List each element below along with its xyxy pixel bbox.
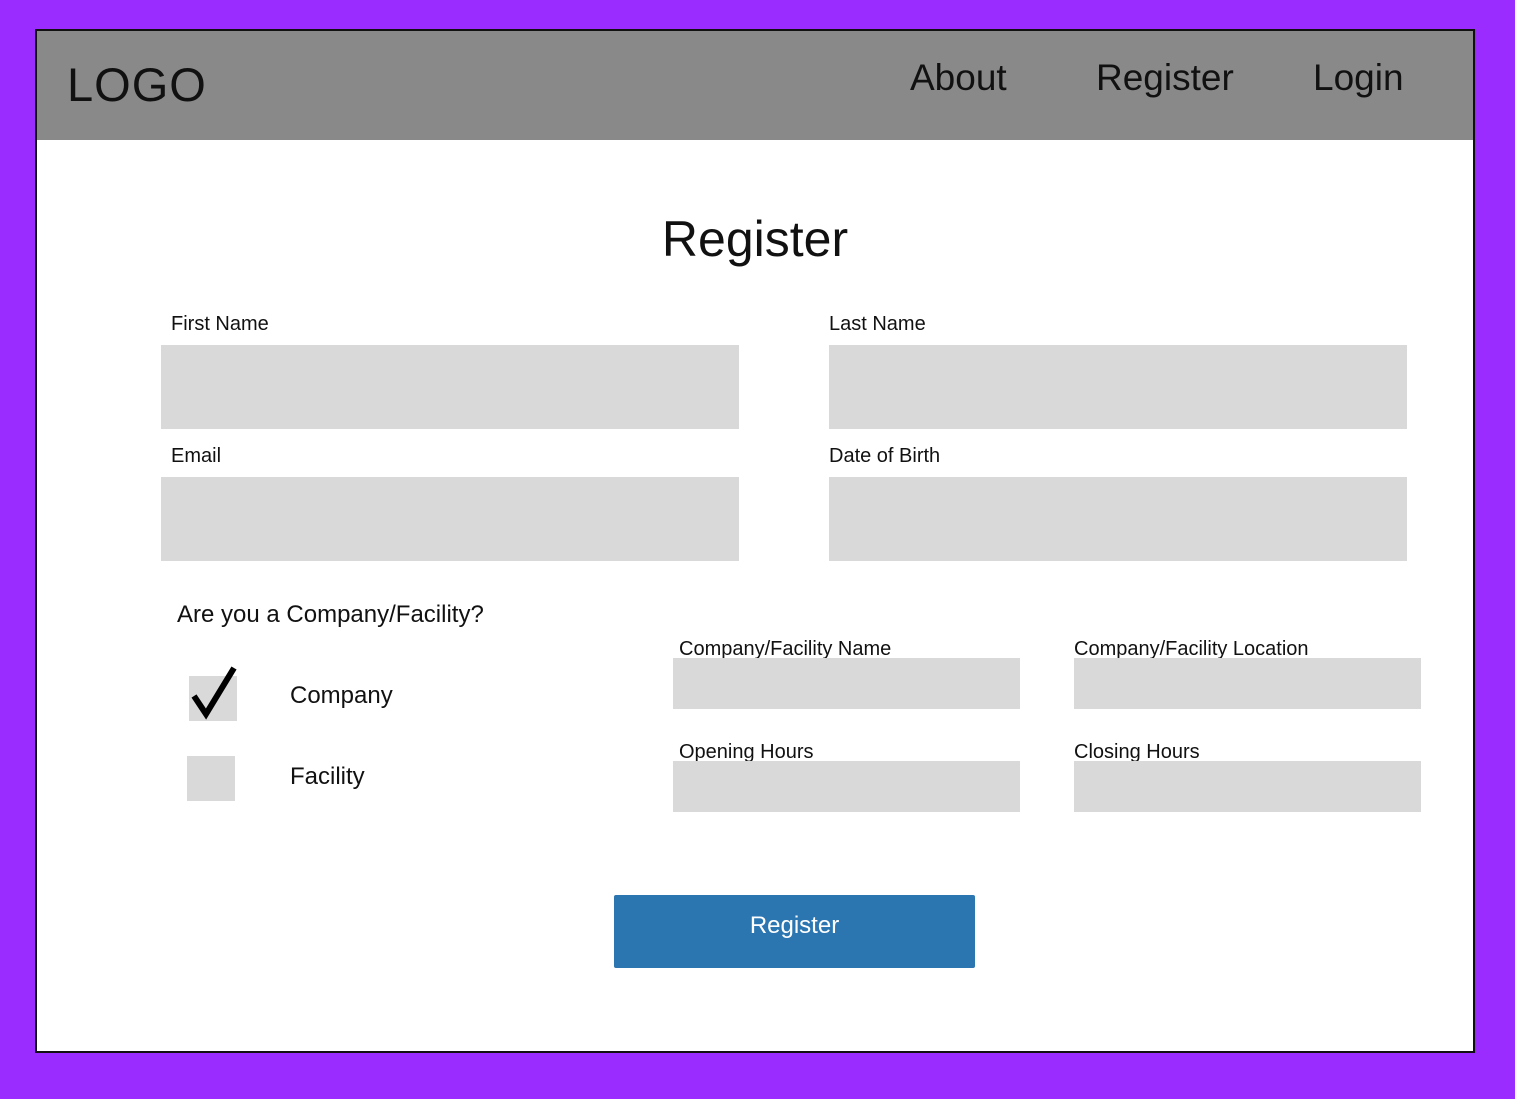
facility-checkbox[interactable]	[187, 756, 235, 801]
nav-link-about[interactable]: About	[910, 57, 1007, 99]
email-input[interactable]	[161, 477, 739, 561]
last-name-input[interactable]	[829, 345, 1407, 429]
top-nav-bar: LOGO About Register Login	[37, 31, 1473, 140]
facility-location-input[interactable]	[1074, 658, 1421, 709]
date-of-birth-input[interactable]	[829, 477, 1407, 561]
register-button[interactable]: Register	[614, 895, 975, 968]
closing-hours-input[interactable]	[1074, 761, 1421, 812]
nav-link-login[interactable]: Login	[1313, 57, 1404, 99]
company-option-label: Company	[290, 682, 393, 709]
email-label: Email	[171, 445, 222, 467]
first-name-label: First Name	[171, 313, 269, 335]
first-name-input[interactable]	[161, 345, 739, 429]
opening-hours-input[interactable]	[673, 761, 1020, 812]
logo: LOGO	[67, 58, 207, 111]
entity-type-question: Are you a Company/Facility?	[177, 601, 484, 628]
page-frame: LOGO About Register Login Register First…	[35, 29, 1475, 1053]
last-name-label: Last Name	[829, 313, 926, 335]
nav-link-register[interactable]: Register	[1096, 57, 1234, 99]
facility-option-label: Facility	[290, 763, 365, 790]
facility-name-input[interactable]	[673, 658, 1020, 709]
company-checkbox[interactable]	[189, 666, 237, 721]
date-of-birth-label: Date of Birth	[829, 445, 941, 467]
register-button-label: Register	[749, 912, 840, 939]
page-title: Register	[661, 211, 849, 267]
checkmark-icon	[191, 666, 237, 720]
